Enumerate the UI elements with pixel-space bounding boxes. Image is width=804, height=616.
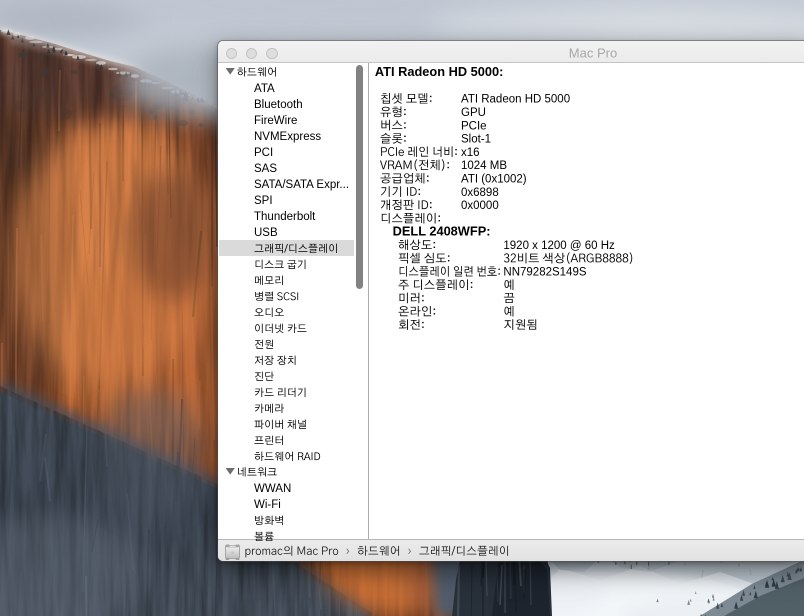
svg-text:GPU: GPU	[461, 107, 486, 119]
svg-text:ATI Radeon HD 5000:: ATI Radeon HD 5000:	[375, 64, 503, 79]
svg-text:PCIe: PCIe	[461, 120, 487, 132]
svg-text:NVMExpress: NVMExpress	[254, 131, 321, 143]
svg-text:Slot-1: Slot-1	[461, 134, 491, 146]
svg-text:1920 x 1200 @ 60 Hz: 1920 x 1200 @ 60 Hz	[503, 240, 615, 252]
svg-text:USB: USB	[254, 227, 278, 239]
svg-text:ATI (0x1002): ATI (0x1002)	[461, 174, 527, 186]
svg-text:0x0000: 0x0000	[461, 200, 499, 212]
svg-text:x16: x16	[461, 147, 480, 159]
svg-text:Thunderbolt: Thunderbolt	[254, 211, 316, 223]
svg-text:0x6898: 0x6898	[461, 187, 499, 199]
svg-text:ATA: ATA	[254, 83, 275, 95]
svg-text:Bluetooth: Bluetooth	[254, 99, 303, 111]
svg-text:Mac Pro: Mac Pro	[569, 46, 617, 61]
svg-text:WWAN: WWAN	[254, 483, 291, 495]
svg-text:Wi-Fi: Wi-Fi	[254, 499, 281, 511]
svg-text:SPI: SPI	[254, 195, 273, 207]
svg-text:SAS: SAS	[254, 163, 277, 175]
svg-text:1024 MB: 1024 MB	[461, 160, 507, 172]
svg-text:DELL 2408WFP:: DELL 2408WFP:	[393, 224, 491, 239]
svg-text:FireWire: FireWire	[254, 115, 297, 127]
svg-text:ATI Radeon HD 5000: ATI Radeon HD 5000	[461, 94, 570, 106]
svg-text:NN79282S149S: NN79282S149S	[503, 267, 586, 279]
svg-text:SATA/SATA Expr...: SATA/SATA Expr...	[254, 179, 349, 191]
svg-text:PCI: PCI	[254, 147, 273, 159]
